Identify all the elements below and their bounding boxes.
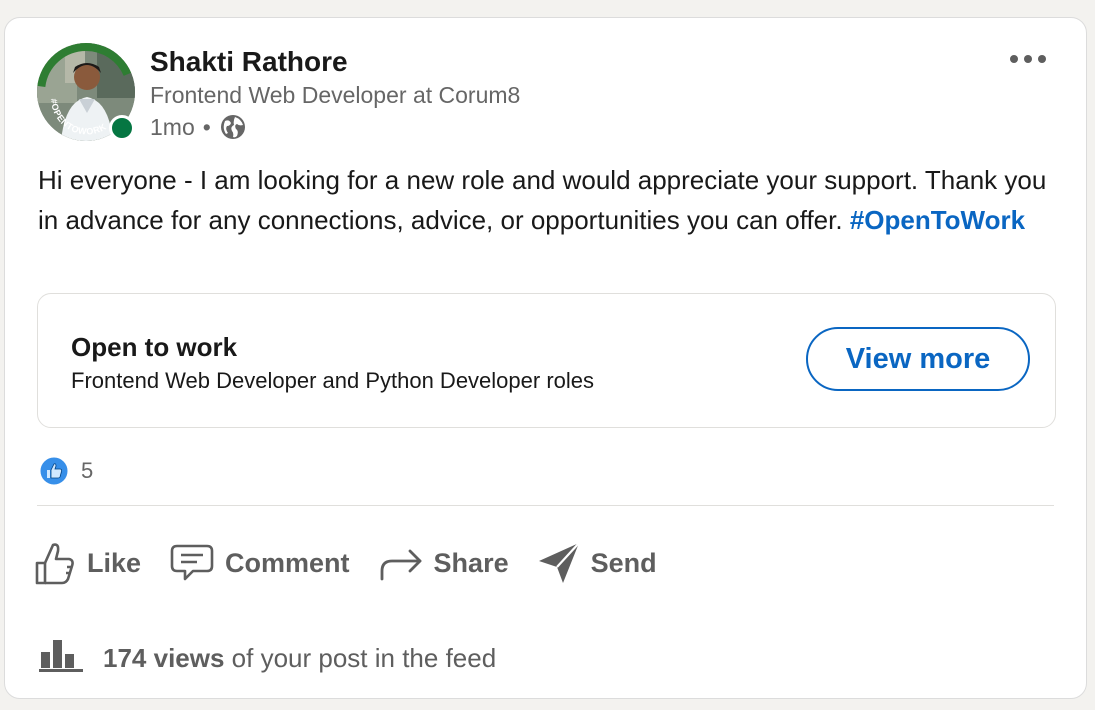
views-suffix: of your post in the feed xyxy=(231,642,497,673)
online-status-indicator xyxy=(109,115,135,141)
more-dot xyxy=(1038,55,1046,63)
more-horizontal-icon xyxy=(1010,55,1018,63)
like-button[interactable]: Like xyxy=(33,538,141,588)
post-views[interactable]: 174 views of your post in the feed xyxy=(39,638,497,679)
hashtag-link[interactable]: #OpenToWork xyxy=(850,205,1025,235)
send-label: Send xyxy=(590,547,657,578)
open-to-work-roles: Frontend Web Developer and Python Develo… xyxy=(71,368,595,393)
open-to-work-title: Open to work xyxy=(71,332,238,362)
bar-chart-icon xyxy=(39,638,83,679)
send-button[interactable]: Send xyxy=(537,538,657,588)
post-meta: 1mo • xyxy=(150,112,247,142)
like-reaction-icon xyxy=(39,456,69,486)
post-card: #OPENTOWORK Shakti Rathore Frontend Web … xyxy=(4,17,1087,699)
post-text: Hi everyone - I am looking for a new rol… xyxy=(38,160,1048,240)
send-icon xyxy=(537,541,581,585)
globe-icon xyxy=(219,113,247,141)
share-label: Share xyxy=(433,547,509,578)
author-avatar[interactable]: #OPENTOWORK xyxy=(37,43,139,145)
views-count: 174 views xyxy=(103,642,225,673)
comment-icon xyxy=(169,542,215,584)
view-more-button[interactable]: View more xyxy=(806,327,1030,391)
author-name[interactable]: Shakti Rathore xyxy=(150,46,348,78)
reaction-count: 5 xyxy=(81,458,94,483)
more-options-button[interactable] xyxy=(1003,46,1053,72)
reactions-summary[interactable]: 5 xyxy=(39,455,93,487)
post-timestamp: 1mo xyxy=(150,113,195,140)
thumbs-up-icon xyxy=(33,539,77,587)
more-dot xyxy=(1024,55,1032,63)
action-bar: Like Comment Share Send xyxy=(33,538,685,588)
author-headline: Frontend Web Developer at Corum8 xyxy=(150,82,521,108)
comment-button[interactable]: Comment xyxy=(169,538,350,588)
comment-label: Comment xyxy=(225,547,350,578)
share-button[interactable]: Share xyxy=(378,538,509,588)
share-arrow-icon xyxy=(378,543,424,583)
open-to-work-card[interactable]: Open to work Frontend Web Developer and … xyxy=(37,293,1056,428)
divider xyxy=(37,505,1054,506)
meta-separator: • xyxy=(202,113,211,140)
like-label: Like xyxy=(87,547,142,578)
